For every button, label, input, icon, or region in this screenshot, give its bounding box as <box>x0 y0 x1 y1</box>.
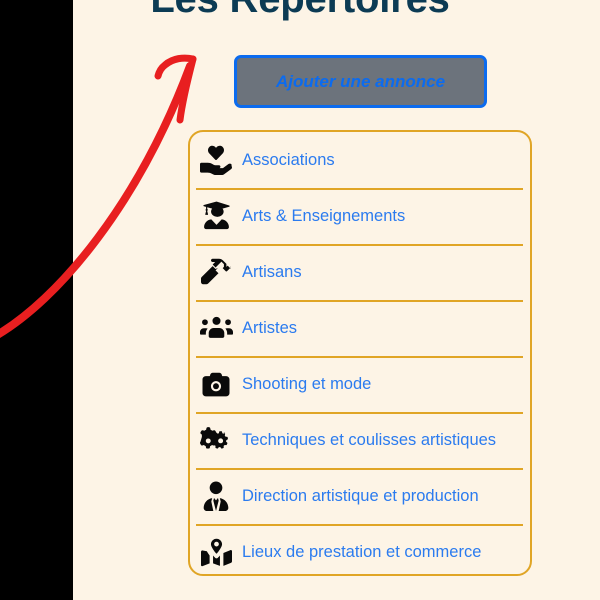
directory-row[interactable]: Direction artistique et production <box>190 468 530 524</box>
directory-panel: Associations Arts & Enseignements Artisans… <box>188 130 532 576</box>
directory-row[interactable]: Artistes <box>190 300 530 356</box>
directory-row[interactable]: Lieux de prestation et commerce <box>190 524 530 574</box>
cogs-icon <box>198 423 234 457</box>
hand-holding-heart-icon <box>198 143 234 177</box>
users-group-icon <box>198 311 234 345</box>
directory-list: Associations Arts & Enseignements Artisans… <box>190 132 530 574</box>
camera-icon <box>198 367 234 401</box>
directory-row[interactable]: Artisans <box>190 244 530 300</box>
directory-row-label: Lieux de prestation et commerce <box>242 542 482 561</box>
left-black-gutter <box>0 0 73 600</box>
page-root: Les Répertoires Ajouter une annonce Asso… <box>0 0 600 600</box>
directory-row-label: Associations <box>242 150 335 169</box>
directory-row[interactable]: Arts & Enseignements <box>190 188 530 244</box>
page-title: Les Répertoires <box>0 0 600 24</box>
directory-row-label: Arts & Enseignements <box>242 206 406 225</box>
directory-row-label: Direction artistique et production <box>242 486 479 505</box>
directory-row-label: Artistes <box>242 318 298 337</box>
directory-row-label: Shooting et mode <box>242 374 372 393</box>
directory-row[interactable]: Associations <box>190 132 530 188</box>
directory-row[interactable]: Techniques et coulisses artistiques <box>190 412 530 468</box>
directory-row[interactable]: Shooting et mode <box>190 356 530 412</box>
add-listing-button[interactable]: Ajouter une annonce <box>234 55 487 108</box>
directory-row-label: Techniques et coulisses artistiques <box>242 430 497 449</box>
user-graduate-icon <box>198 199 234 233</box>
hammer-icon <box>198 255 234 289</box>
map-marked-icon <box>198 535 234 569</box>
user-tie-icon <box>198 479 234 513</box>
directory-row-label: Artisans <box>242 262 302 281</box>
